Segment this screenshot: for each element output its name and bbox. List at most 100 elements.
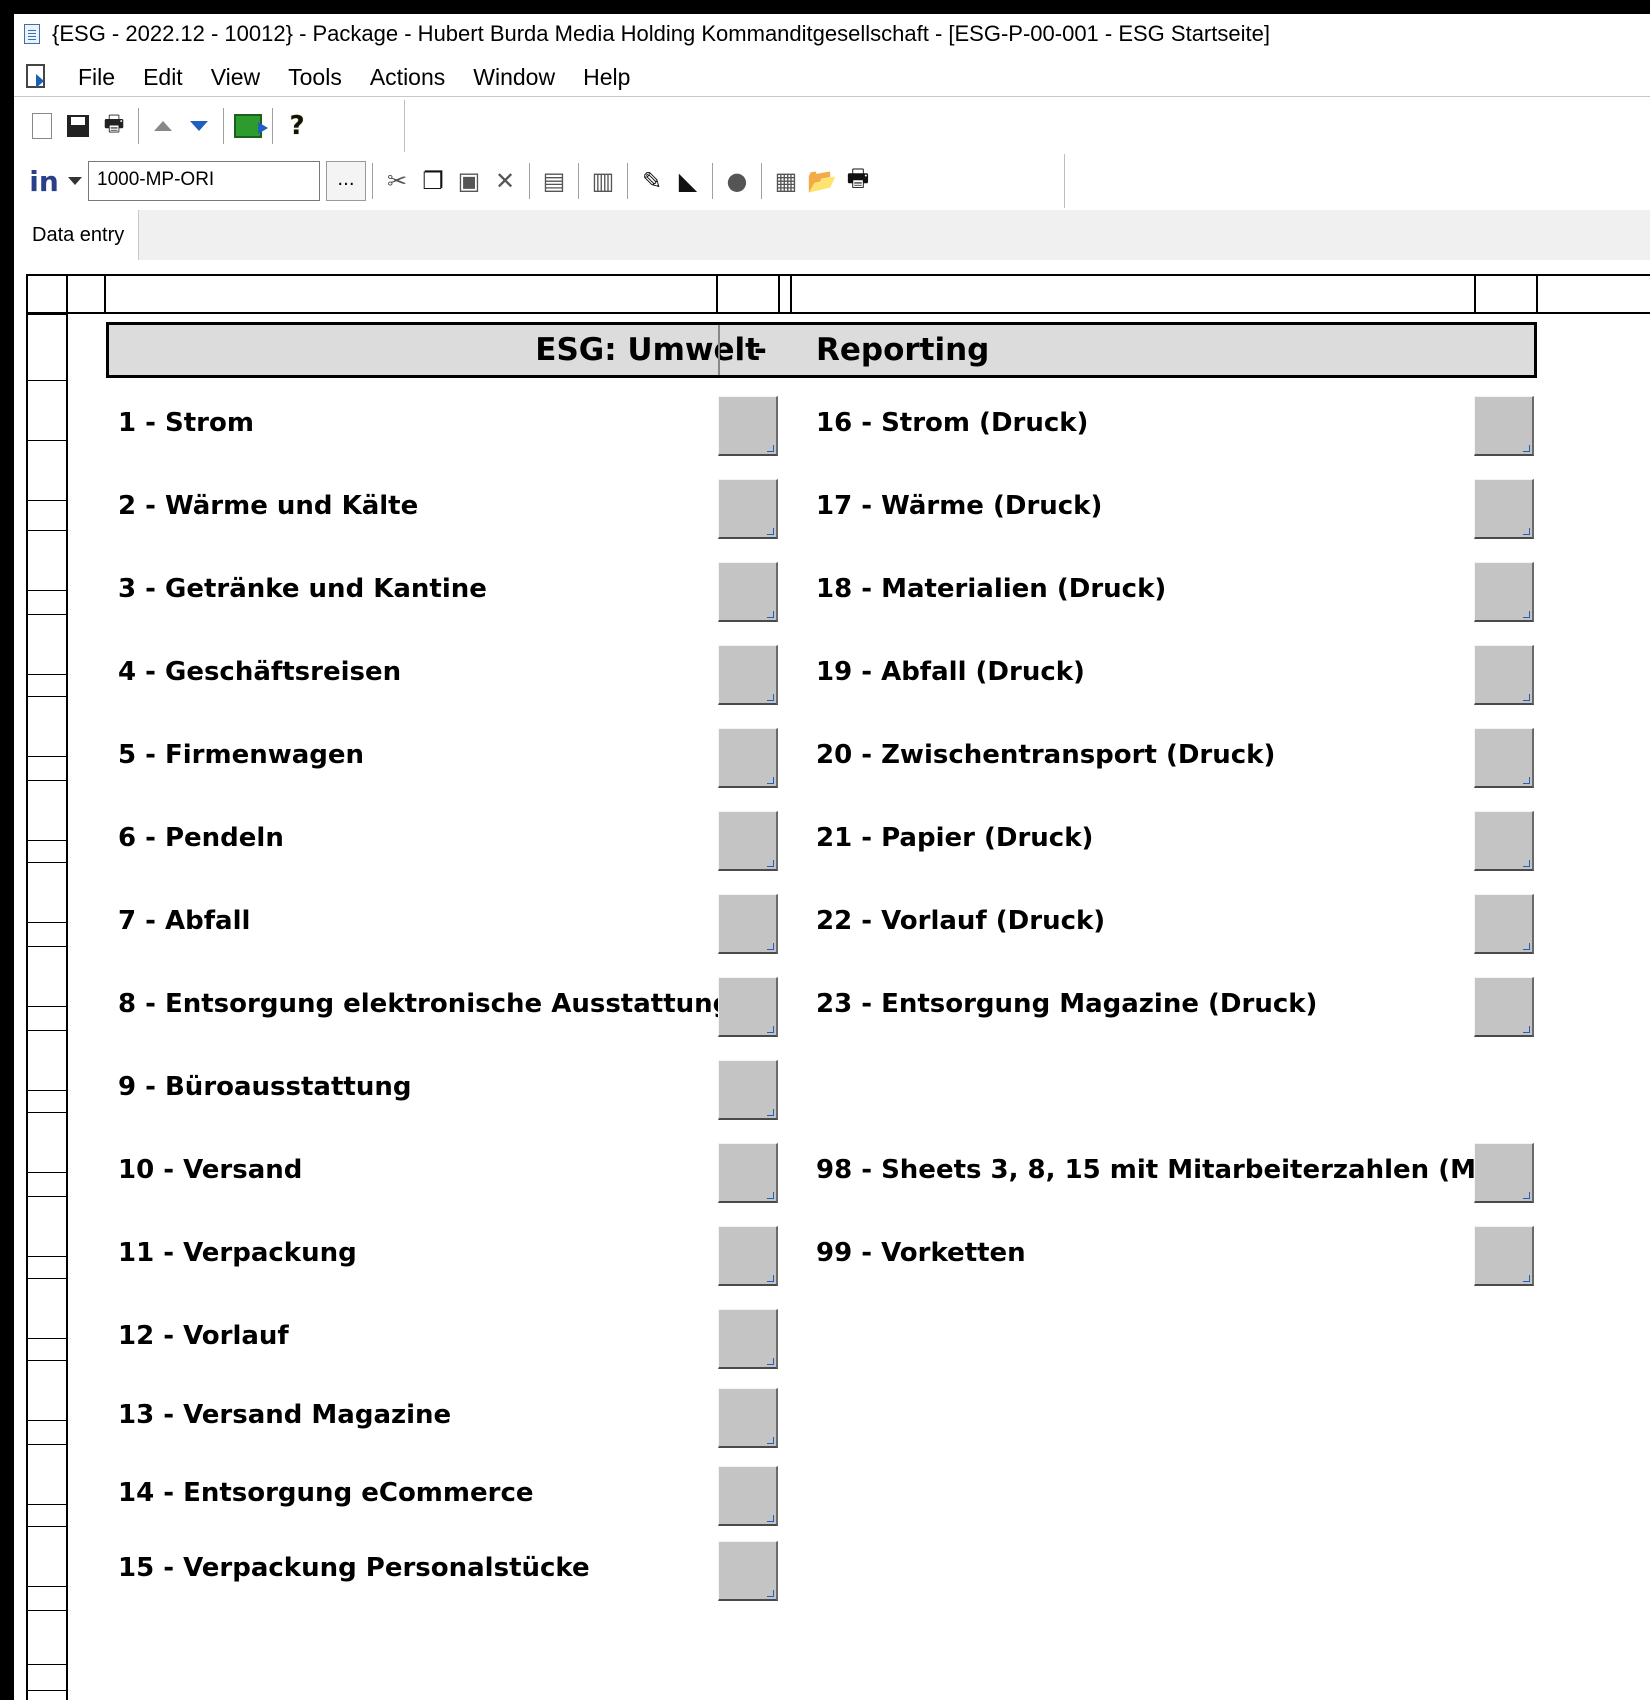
toolbar-separator [761,163,762,199]
open-sheet-button[interactable] [718,562,778,622]
banner-dash: - [754,332,767,368]
open-sheet-button[interactable] [718,1143,778,1203]
main-toolbar: 🖶 ? [24,100,405,152]
open-sheet-button[interactable] [718,894,778,954]
grid-line [26,696,68,697]
menu-tools[interactable]: Tools [274,64,356,91]
grid-line [26,840,68,841]
open-sheet-button[interactable] [718,396,778,456]
grid-line [26,274,28,1700]
report-item-label: 99 - Vorketten [816,1238,1026,1268]
open-sheet-button[interactable] [1474,728,1534,788]
report-item-label: 19 - Abfall (Druck) [816,657,1085,687]
grid-line [26,380,68,381]
grid-line [26,780,68,781]
report-item-label: 4 - Geschäftsreisen [118,657,402,687]
entity-input[interactable]: 1000-MP-ORI [88,161,320,201]
open-sheet-button[interactable] [1474,396,1534,456]
data-entry-sheet: ESG: Umwelt - Reporting 1 - Strom 2 - Wär… [14,260,1650,1700]
grid-line [26,500,68,501]
application-window: {ESG - 2022.12 - 10012} - Package - Hube… [14,14,1650,1700]
grid-line [26,946,68,947]
open-sheet-button[interactable] [1474,645,1534,705]
copy-data-icon[interactable]: ▤ [536,167,572,195]
next-button[interactable] [181,108,217,144]
report-item-label: 6 - Pendeln [118,823,284,853]
report-item-label: 22 - Vorlauf (Druck) [816,906,1106,936]
print-button[interactable]: 🖶 [96,108,132,144]
open-sheet-button[interactable] [718,1226,778,1286]
grid-line [104,274,106,314]
tab-data-entry[interactable]: Data entry [14,210,140,260]
chevron-down-icon[interactable] [68,177,82,185]
grid-line [1536,274,1538,314]
tab-strip: Data entry [14,210,1650,261]
delete-icon[interactable]: ✕ [487,167,523,195]
report-item-label: 20 - Zwischentransport (Druck) [816,740,1276,770]
save-button[interactable] [60,108,96,144]
open-sheet-button[interactable] [1474,1226,1534,1286]
menu-window[interactable]: Window [459,64,569,91]
toolbar-separator [272,108,273,144]
report-item-label: 14 - Entsorgung eCommerce [118,1478,534,1508]
grid-line [26,1690,68,1691]
menu-file[interactable]: File [78,64,129,91]
copy-icon[interactable]: ❐ [415,167,451,195]
audit-icon[interactable]: ▦ [768,167,804,195]
open-sheet-button[interactable] [718,811,778,871]
send-icon[interactable]: ◣ [670,167,706,195]
menu-edit[interactable]: Edit [129,64,197,91]
open-folder-icon[interactable]: 📂 [804,167,840,195]
report-item-label: 13 - Versand Magazine [118,1400,452,1430]
grid-line [778,274,780,314]
open-sheet-button[interactable] [718,1309,778,1369]
open-sheet-button[interactable] [1474,977,1534,1037]
validate-icon[interactable]: ✎ [634,167,670,195]
open-sheet-button[interactable] [718,1541,778,1601]
grid-line [26,590,68,591]
transfer-button[interactable] [230,108,268,144]
paste-icon[interactable]: ▣ [451,167,487,195]
grid-line [716,274,718,314]
previous-button[interactable] [145,108,181,144]
open-sheet-button[interactable] [718,1060,778,1120]
grid-line [26,614,68,615]
open-sheet-button[interactable] [718,977,778,1037]
new-button[interactable] [24,108,60,144]
open-sheet-button[interactable] [718,645,778,705]
help-button[interactable]: ? [279,108,315,144]
help-icon: ? [289,111,305,141]
open-sheet-button[interactable] [718,1466,778,1526]
lock-icon[interactable]: ● [719,167,755,195]
banner-divider [718,325,720,375]
banner-subtitle: Reporting [816,332,990,368]
open-sheet-button[interactable] [1474,479,1534,539]
menu-help[interactable]: Help [569,64,644,91]
open-sheet-button[interactable] [1474,562,1534,622]
entity-toolbar: in 1000-MP-ORI ... ✂ ❐ ▣ ✕ ▤ ▥ ✎ ◣ ● ▦ 📂… [24,154,1065,208]
title-bar: {ESG - 2022.12 - 10012} - Package - Hube… [14,14,1650,56]
open-sheet-button[interactable] [718,728,778,788]
open-sheet-button[interactable] [1474,894,1534,954]
open-sheet-button[interactable] [1474,1143,1534,1203]
open-sheet-button[interactable] [718,479,778,539]
report-item-label: 23 - Entsorgung Magazine (Druck) [816,989,1318,1019]
print-report-icon[interactable]: 🖶 [840,161,876,202]
entity-type-icon[interactable]: in [24,165,64,198]
menu-view[interactable]: View [197,64,274,91]
report-item-label: 2 - Wärme und Kälte [118,491,419,521]
grid-line [26,1006,68,1007]
grid-line [66,274,68,1700]
browse-button[interactable]: ... [326,161,366,201]
cut-icon[interactable]: ✂ [379,167,415,195]
toolbar-separator [529,163,530,199]
menu-actions[interactable]: Actions [356,64,459,91]
grid-line [26,862,68,863]
paste-data-icon[interactable]: ▥ [585,167,621,195]
grid-line [790,274,792,314]
grid-line [26,674,68,675]
open-sheet-button[interactable] [718,1388,778,1448]
open-sheet-button[interactable] [1474,811,1534,871]
app-menu-icon[interactable] [26,64,48,88]
transfer-icon [234,114,268,138]
